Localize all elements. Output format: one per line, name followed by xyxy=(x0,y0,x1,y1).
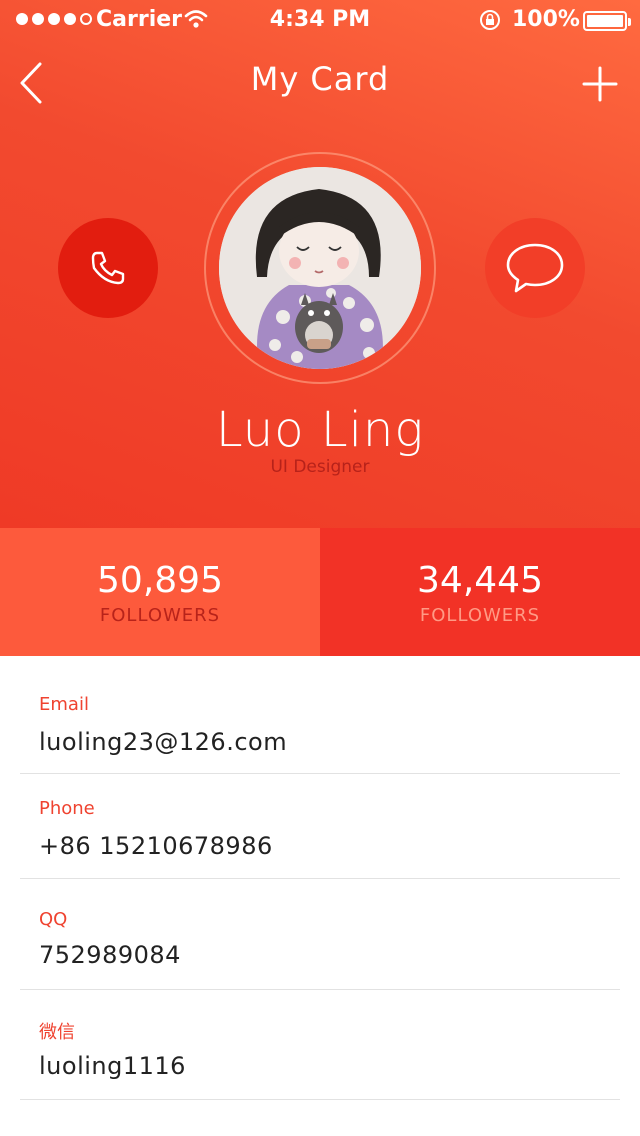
contact-label: 微信 xyxy=(39,1022,75,1043)
contact-wechat[interactable]: 微信 luoling1116 xyxy=(20,990,620,1100)
contact-phone[interactable]: Phone +86 15210678986 xyxy=(20,774,620,879)
battery-icon xyxy=(583,11,631,31)
battery-percent: 100% xyxy=(512,7,580,32)
contact-value: luoling1116 xyxy=(39,1052,186,1080)
stat-followers-right[interactable]: 34,445 FOLLOWERS xyxy=(320,528,640,656)
contact-value: +86 15210678986 xyxy=(39,832,273,860)
page-title: My Card xyxy=(250,60,390,98)
contact-label: Phone xyxy=(39,798,95,819)
profile-name: Luo Ling xyxy=(215,402,425,458)
contact-qq[interactable]: QQ 752989084 xyxy=(20,879,620,990)
message-button[interactable] xyxy=(485,218,585,318)
avatar[interactable] xyxy=(219,167,421,369)
add-button[interactable] xyxy=(580,64,620,104)
stat-value: 34,445 xyxy=(417,560,543,601)
contact-value: 752989084 xyxy=(39,941,181,969)
rotation-lock-icon xyxy=(478,8,502,38)
profile-role: UI Designer xyxy=(270,457,370,477)
stat-value: 50,895 xyxy=(97,560,223,601)
phone-icon xyxy=(91,251,125,285)
contact-info-list: Email luoling23@126.com Phone +86 152106… xyxy=(20,656,620,1100)
stat-label: FOLLOWERS xyxy=(419,605,541,626)
stat-followers-left[interactable]: 50,895 FOLLOWERS xyxy=(0,528,320,656)
status-bar: Carrier 4:34 PM 100% xyxy=(0,0,640,40)
add-icon xyxy=(582,66,618,102)
contact-email[interactable]: Email luoling23@126.com xyxy=(20,656,620,774)
call-button[interactable] xyxy=(58,218,158,318)
stat-label: FOLLOWERS xyxy=(99,605,221,626)
contact-label: Email xyxy=(39,694,89,715)
profile-header: Carrier 4:34 PM 100% My Card Luo Ling UI… xyxy=(0,0,640,528)
message-icon xyxy=(506,243,564,293)
contact-label: QQ xyxy=(39,909,68,930)
contact-value: luoling23@126.com xyxy=(39,728,288,756)
